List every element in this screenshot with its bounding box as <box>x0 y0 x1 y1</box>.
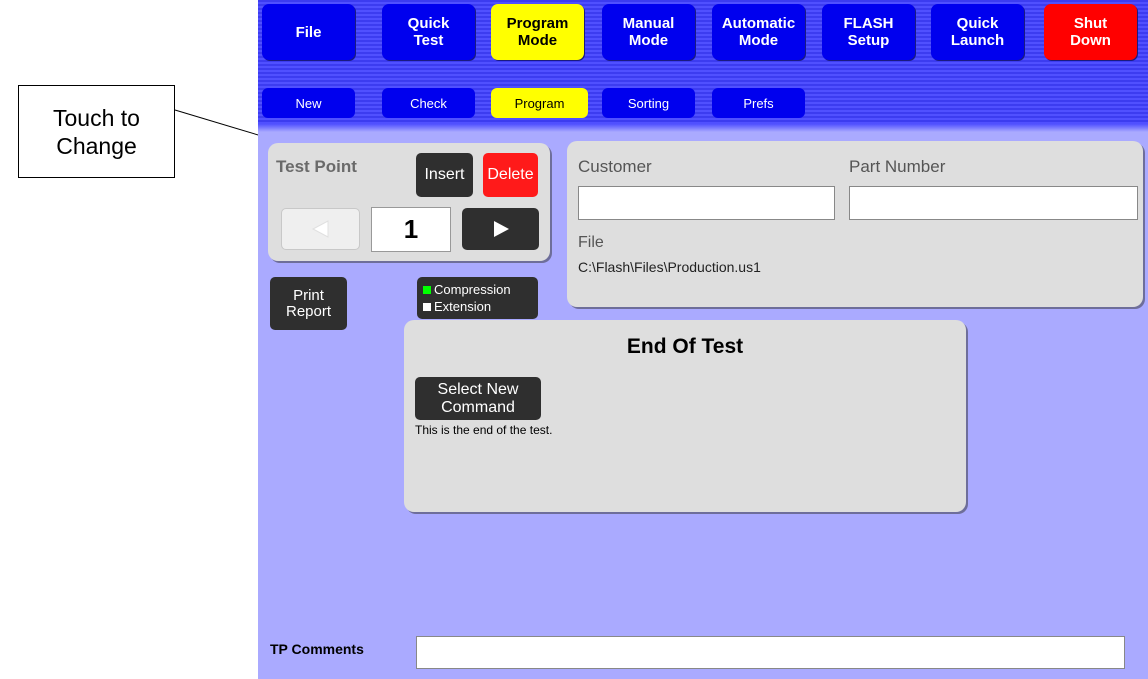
next-test-point-button[interactable] <box>462 208 539 250</box>
extension-option: Extension <box>423 298 491 315</box>
manual-mode-button[interactable]: Manual Mode <box>602 4 695 60</box>
right-arrow-icon <box>493 221 509 237</box>
part-number-label: Part Number <box>849 157 946 176</box>
quick-launch-button[interactable]: Quick Launch <box>931 4 1024 60</box>
test-point-label: Test Point <box>276 157 357 176</box>
tp-comments-field[interactable] <box>416 636 1125 669</box>
part-number-field[interactable] <box>849 186 1138 220</box>
file-button[interactable]: File <box>262 4 355 60</box>
left-arrow-icon <box>311 220 328 238</box>
test-point-panel: Test Point Insert Delete 1 <box>268 143 550 261</box>
tab-program[interactable]: Program <box>491 88 588 118</box>
file-path: C:\Flash\Files\Production.us1 <box>578 259 761 275</box>
delete-button[interactable]: Delete <box>483 153 538 197</box>
quick-test-button[interactable]: Quick Test <box>382 4 475 60</box>
flash-setup-button[interactable]: FLASH Setup <box>822 4 915 60</box>
command-panel: End Of Test Select New Command This is t… <box>404 320 966 512</box>
tab-check[interactable]: Check <box>382 88 475 118</box>
compression-label: Compression <box>434 282 511 297</box>
job-info-panel: Customer Part Number File C:\Flash\Files… <box>567 141 1143 307</box>
shut-down-button[interactable]: Shut Down <box>1044 4 1137 60</box>
select-new-command-button[interactable]: Select New Command <box>415 377 541 420</box>
file-label: File <box>578 234 604 251</box>
previous-test-point-button[interactable] <box>281 208 360 250</box>
program-mode-button[interactable]: Program Mode <box>491 4 584 60</box>
print-report-button[interactable]: Print Report <box>270 277 347 330</box>
extension-indicator-icon <box>423 302 431 311</box>
automatic-mode-button[interactable]: Automatic Mode <box>712 4 805 60</box>
customer-field[interactable] <box>578 186 835 220</box>
customer-label: Customer <box>578 157 652 176</box>
tp-comments-label: TP Comments <box>270 641 364 657</box>
tab-sorting[interactable]: Sorting <box>602 88 695 118</box>
compression-extension-toggle[interactable]: Compression Extension <box>417 277 538 319</box>
compression-indicator-icon <box>423 285 431 294</box>
insert-button[interactable]: Insert <box>416 153 473 197</box>
extension-label: Extension <box>434 299 492 314</box>
tab-prefs[interactable]: Prefs <box>712 88 805 118</box>
command-title: End Of Test <box>626 335 744 358</box>
tab-new[interactable]: New <box>262 88 355 118</box>
compression-option: Compression <box>423 281 511 298</box>
command-description: This is the end of the test. <box>415 423 553 437</box>
app-window: File Quick Test Program Mode Manual Mode… <box>258 0 1148 679</box>
test-point-number[interactable]: 1 <box>371 207 451 252</box>
